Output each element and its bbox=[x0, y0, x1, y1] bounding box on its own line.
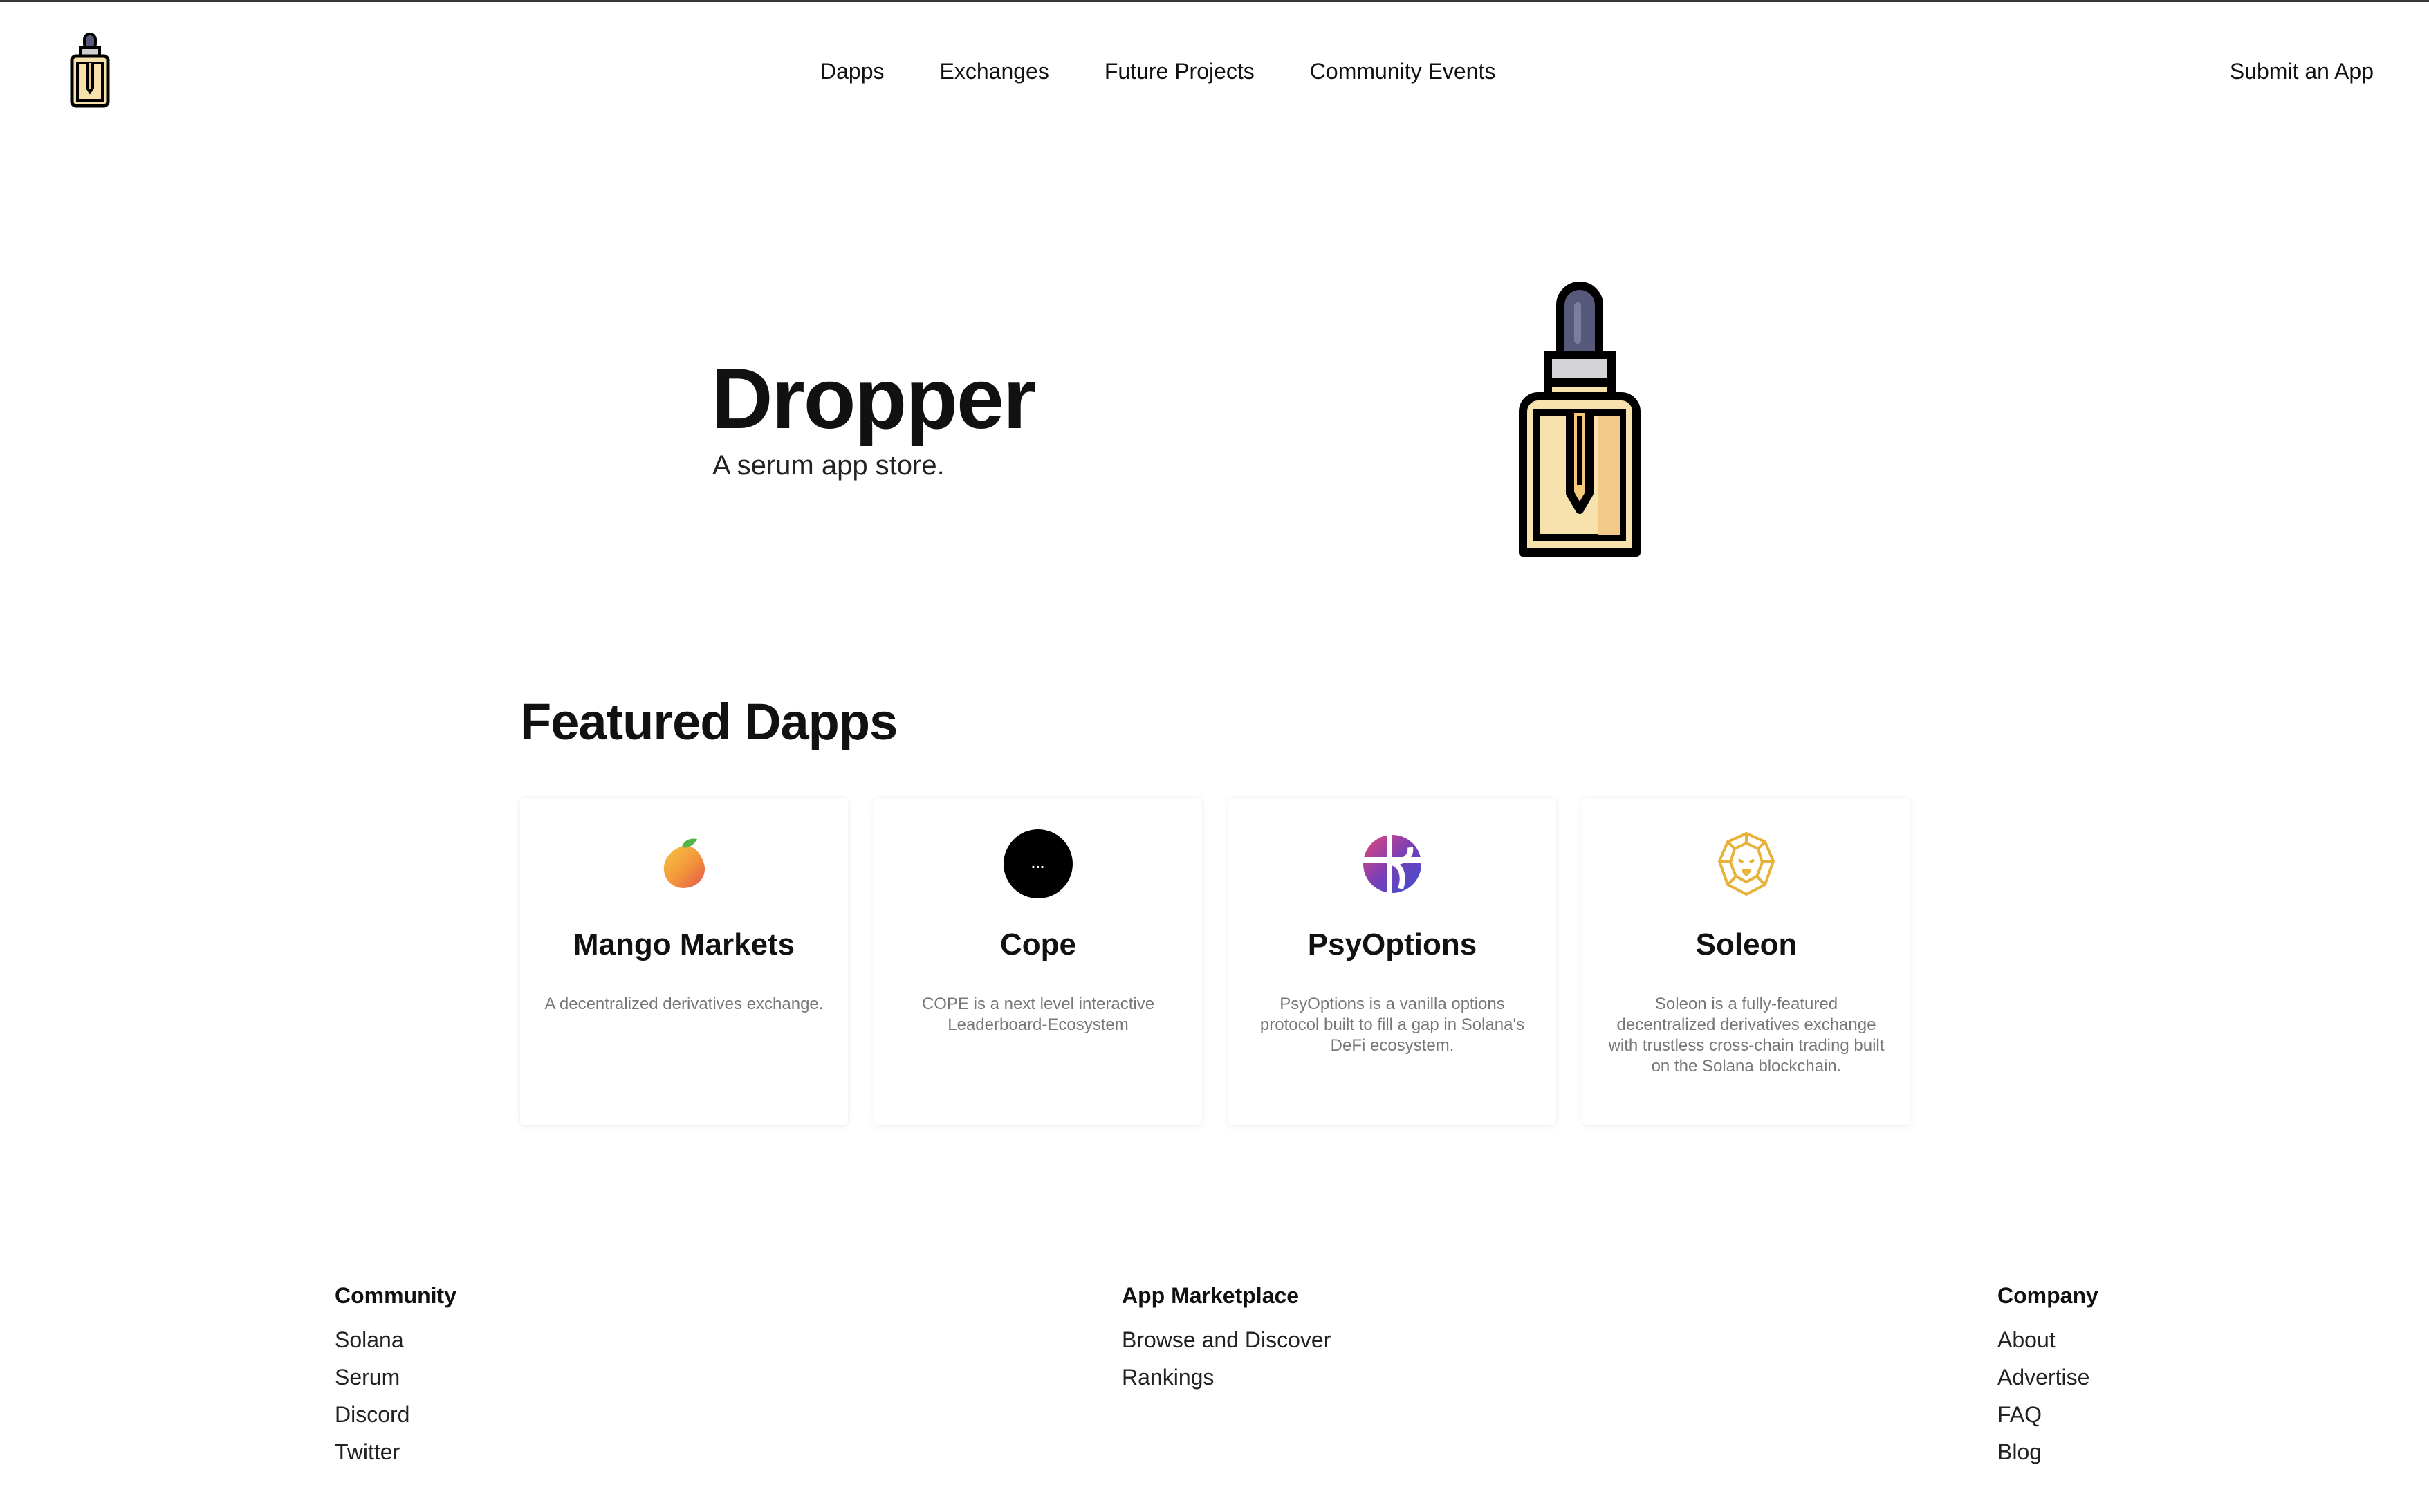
featured-dapps-heading: Featured Dapps bbox=[520, 693, 898, 750]
dapp-card-title: PsyOptions bbox=[1307, 928, 1477, 961]
footer-community: Community Solana Serum Discord Twitter bbox=[335, 1283, 456, 1470]
nav-exchanges[interactable]: Exchanges bbox=[940, 59, 1049, 84]
footer-link-solana[interactable]: Solana bbox=[335, 1321, 456, 1358]
hero-subtitle: A serum app store. bbox=[712, 450, 945, 481]
dapp-card-title: Cope bbox=[1000, 928, 1076, 961]
nav-future-projects[interactable]: Future Projects bbox=[1105, 59, 1255, 84]
dapp-card-title: Soleon bbox=[1695, 928, 1798, 961]
mango-icon bbox=[649, 829, 719, 898]
dapp-card-mango-markets[interactable]: Mango Markets A decentralized derivative… bbox=[520, 798, 848, 1125]
hero-title: Dropper bbox=[711, 351, 1036, 447]
nav-dapps[interactable]: Dapps bbox=[820, 59, 885, 84]
dropper-bottle-icon bbox=[70, 33, 110, 108]
footer-heading: App Marketplace bbox=[1122, 1283, 1300, 1308]
psyoptions-icon bbox=[1358, 829, 1427, 898]
dapp-card-description: COPE is a next level interactive Leaderb… bbox=[921, 995, 1155, 1034]
footer-link-rankings[interactable]: Rankings bbox=[1122, 1358, 1331, 1396]
cope-icon: ... bbox=[1004, 829, 1073, 898]
dapp-card-description: Soleon is a fully-featured decentralized… bbox=[1608, 995, 1885, 1076]
footer-company: Company About Advertise FAQ Blog bbox=[1997, 1283, 2098, 1470]
hero-dropper-illustration bbox=[1508, 277, 1652, 560]
submit-app-link[interactable]: Submit an App bbox=[2230, 59, 2374, 84]
footer-heading: Company bbox=[1997, 1283, 2098, 1308]
dapp-card-psyoptions[interactable]: PsyOptions PsyOptions is a vanilla optio… bbox=[1228, 798, 1556, 1125]
dropper-bottle-icon bbox=[1519, 282, 1641, 557]
footer-heading: Community bbox=[335, 1283, 456, 1308]
dapp-card-soleon[interactable]: Soleon Soleon is a fully-featured decent… bbox=[1582, 798, 1910, 1125]
dapp-card-description: A decentralized derivatives exchange. bbox=[544, 995, 824, 1013]
featured-dapps-list: Mango Markets A decentralized derivative… bbox=[520, 798, 1910, 1125]
nav-community-events[interactable]: Community Events bbox=[1310, 59, 1496, 84]
footer-link-advertise[interactable]: Advertise bbox=[1997, 1358, 2098, 1396]
dapp-card-cope[interactable]: ... Cope COPE is a next level interactiv… bbox=[874, 798, 1202, 1125]
footer-link-browse[interactable]: Browse and Discover bbox=[1122, 1321, 1331, 1358]
cope-icon-text: ... bbox=[1031, 856, 1045, 872]
soleon-lion-icon bbox=[1712, 829, 1781, 898]
footer-link-twitter[interactable]: Twitter bbox=[335, 1433, 456, 1470]
footer-link-discord[interactable]: Discord bbox=[335, 1396, 456, 1433]
footer-link-blog[interactable]: Blog bbox=[1997, 1433, 2098, 1470]
dropper-logo[interactable] bbox=[68, 31, 112, 109]
footer-link-faq[interactable]: FAQ bbox=[1997, 1396, 2098, 1433]
dapp-card-description: PsyOptions is a vanilla options protocol… bbox=[1259, 995, 1525, 1055]
footer-app-marketplace: App Marketplace Browse and Discover Rank… bbox=[1122, 1283, 1331, 1396]
footer-link-about[interactable]: About bbox=[1997, 1321, 2098, 1358]
dapp-card-title: Mango Markets bbox=[573, 928, 795, 961]
main-nav: Dapps Exchanges Future Projects Communit… bbox=[820, 59, 1495, 84]
footer-link-serum[interactable]: Serum bbox=[335, 1358, 456, 1396]
